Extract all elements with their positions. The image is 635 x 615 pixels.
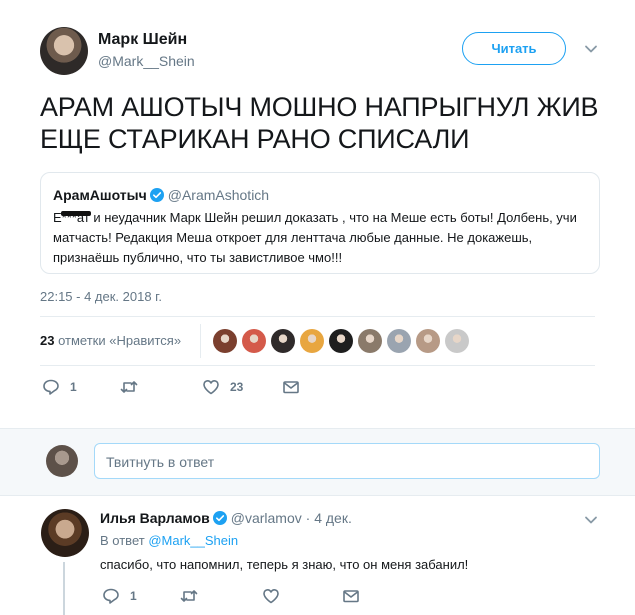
- liker-avatar[interactable]: [300, 329, 324, 353]
- envelope-icon: [283, 381, 299, 394]
- likes-label: отметки «Нравится»: [58, 333, 182, 348]
- reply-button[interactable]: 1: [102, 587, 137, 605]
- reply-button[interactable]: 1: [42, 378, 77, 396]
- reply-composer: Твитнуть в ответ: [0, 428, 635, 496]
- divider: [40, 365, 595, 366]
- liker-avatar[interactable]: [416, 329, 440, 353]
- reply-actions: 1: [100, 587, 400, 607]
- current-user-avatar[interactable]: [46, 445, 78, 477]
- retweet-icon: [120, 381, 138, 393]
- tweet-timestamp[interactable]: 22:15 - 4 дек. 2018 г.: [40, 289, 162, 304]
- retweet-button[interactable]: [180, 587, 198, 605]
- liker-avatar[interactable]: [329, 329, 353, 353]
- like-button[interactable]: 23: [202, 378, 243, 396]
- reply-author-avatar[interactable]: [41, 509, 89, 557]
- liker-avatar[interactable]: [271, 329, 295, 353]
- likers-avatars: [213, 329, 469, 353]
- reply-context: В ответ @Mark__Shein: [100, 533, 238, 548]
- verified-badge-icon: [149, 188, 164, 202]
- reply-icon: [43, 379, 59, 395]
- tweet-text: АРАМ АШОТЫЧ МОШНО НАПРЫГНУЛ ЖИВ ЕЩЕ СТАР…: [40, 92, 599, 154]
- envelope-icon: [343, 590, 359, 603]
- divider: [200, 324, 201, 358]
- reply-count: 1: [70, 380, 77, 394]
- retweet-icon: [180, 590, 198, 602]
- liker-avatar[interactable]: [242, 329, 266, 353]
- liker-avatar[interactable]: [213, 329, 237, 353]
- retweet-button[interactable]: [120, 378, 148, 396]
- author-avatar[interactable]: [40, 27, 88, 75]
- direct-message-button[interactable]: [342, 587, 360, 605]
- reply-text: спасибо, что напомнил, теперь я знаю, чт…: [100, 557, 469, 572]
- follow-button[interactable]: Читать: [462, 32, 566, 65]
- heart-icon: [263, 589, 279, 604]
- reply-icon: [103, 588, 119, 604]
- quoted-author-name: АрамАшотыч: [53, 187, 147, 203]
- quoted-tweet-text: Е***ат и неудачник Марк Шейн решил доказ…: [53, 210, 577, 265]
- reply-input[interactable]: Твитнуть в ответ: [94, 443, 600, 479]
- reply-tweet[interactable]: Илья Варламов @varlamov · 4 дек. В ответ …: [0, 496, 635, 615]
- verified-badge-icon: [212, 511, 227, 525]
- liker-avatar[interactable]: [387, 329, 411, 353]
- reply-count: 1: [130, 589, 137, 603]
- reply-to-handle-link[interactable]: @Mark__Shein: [148, 533, 238, 548]
- likes-summary[interactable]: 23 отметки «Нравится»: [40, 333, 181, 348]
- direct-message-button[interactable]: [282, 378, 300, 396]
- liker-avatar[interactable]: [358, 329, 382, 353]
- reply-header: Илья Варламов @varlamov · 4 дек.: [100, 510, 352, 526]
- heart-icon: [203, 380, 219, 395]
- thread-line: [63, 562, 65, 615]
- reply-author-handle[interactable]: @varlamov: [231, 510, 302, 526]
- reply-date[interactable]: · 4 дек.: [306, 510, 352, 526]
- quoted-author-handle: @AramAshotich: [167, 187, 270, 203]
- tweet-actions: 1 23: [40, 378, 340, 400]
- chevron-down-icon[interactable]: [584, 42, 598, 56]
- likes-count: 23: [40, 333, 55, 348]
- like-count: 23: [230, 380, 244, 394]
- quoted-tweet[interactable]: АрамАшотыч @AramAshotich Е***ат и неудачн…: [40, 172, 600, 274]
- chevron-down-icon[interactable]: [584, 513, 598, 527]
- quoted-tweet-header: АрамАшотыч @AramAshotich: [53, 187, 269, 203]
- author-name[interactable]: Марк Шейн: [98, 31, 187, 49]
- author-handle[interactable]: @Mark__Shein: [98, 53, 195, 69]
- liker-avatar[interactable]: [445, 329, 469, 353]
- redaction-mark: [61, 211, 91, 216]
- reply-to-prefix: В ответ: [100, 533, 145, 548]
- main-tweet: Марк Шейн @Mark__Shein Читать АРАМ АШОТЫ…: [0, 0, 635, 428]
- like-button[interactable]: [262, 587, 280, 605]
- divider: [40, 316, 595, 317]
- reply-author-name[interactable]: Илья Варламов: [100, 510, 210, 526]
